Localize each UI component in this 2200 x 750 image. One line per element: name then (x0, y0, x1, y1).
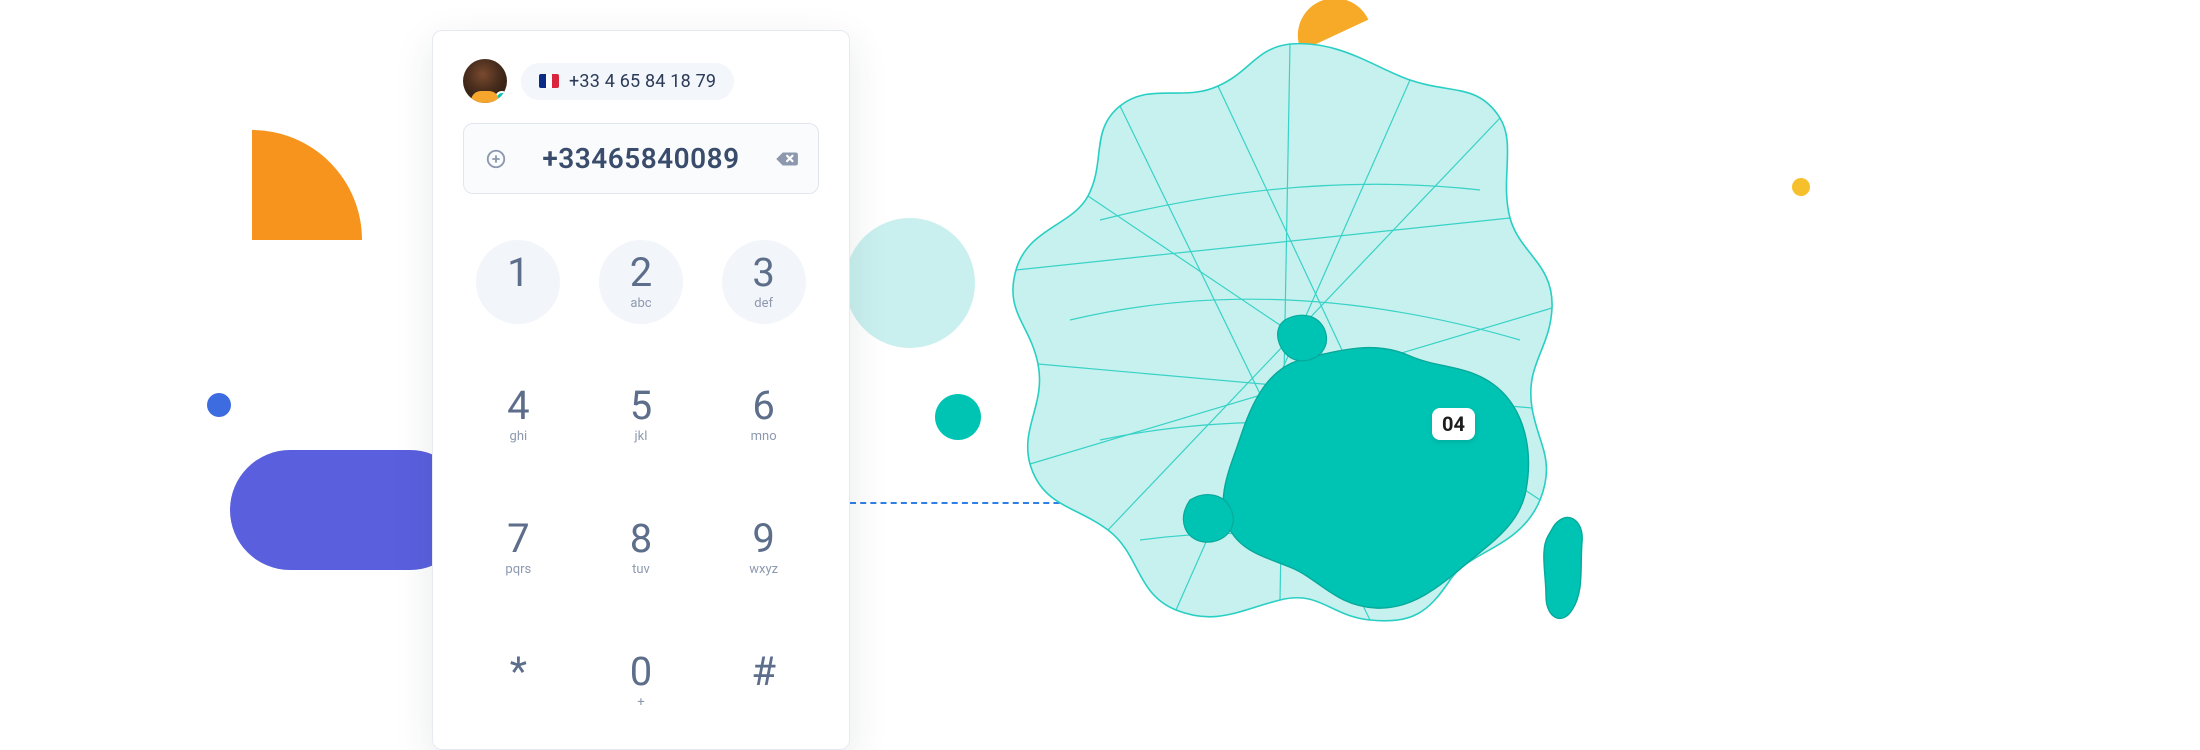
origin-number-pill[interactable]: +33 4 65 84 18 79 (521, 63, 734, 100)
key-4[interactable]: 4ghi (477, 361, 560, 468)
key-6[interactable]: 6mno (722, 361, 805, 468)
key-3[interactable]: 3def (722, 228, 805, 335)
contact-avatar[interactable] (463, 59, 507, 103)
dialed-number: +33465840089 (522, 142, 760, 175)
key-0[interactable]: 0+ (600, 628, 683, 735)
key-9[interactable]: 9wxyz (722, 495, 805, 602)
key-star[interactable]: * (477, 628, 560, 735)
key-8[interactable]: 8tuv (600, 495, 683, 602)
keypad: 1 2abc 3def 4ghi 5jkl 6mno 7pqrs 8tuv 9w… (463, 224, 819, 739)
number-input[interactable]: +33465840089 (463, 123, 819, 194)
key-1[interactable]: 1 (477, 228, 560, 335)
decorative-dot-yellow (1792, 178, 1810, 196)
key-2[interactable]: 2abc (600, 228, 683, 335)
key-7[interactable]: 7pqrs (477, 495, 560, 602)
presence-indicator-icon (495, 91, 507, 103)
region-code-label: 04 (1432, 408, 1475, 440)
decorative-quarter-circle-orange (252, 130, 362, 240)
key-hash[interactable]: # (722, 628, 805, 735)
dialer-card: +33 4 65 84 18 79 +33465840089 1 2abc 3d… (432, 30, 850, 750)
dialer-header: +33 4 65 84 18 79 (463, 59, 819, 103)
region-04-outlier-a (1183, 495, 1233, 543)
add-contact-icon[interactable] (482, 145, 510, 173)
decorative-dot-blue (207, 393, 231, 417)
decorative-circle-teal-light (845, 218, 975, 348)
corsica (1544, 517, 1582, 618)
origin-number-text: +33 4 65 84 18 79 (569, 71, 716, 92)
key-5[interactable]: 5jkl (600, 361, 683, 468)
backspace-icon[interactable] (772, 145, 800, 173)
france-map: 04 (980, 20, 1600, 640)
flag-france-icon (539, 74, 559, 88)
decorative-dot-teal (935, 394, 981, 440)
